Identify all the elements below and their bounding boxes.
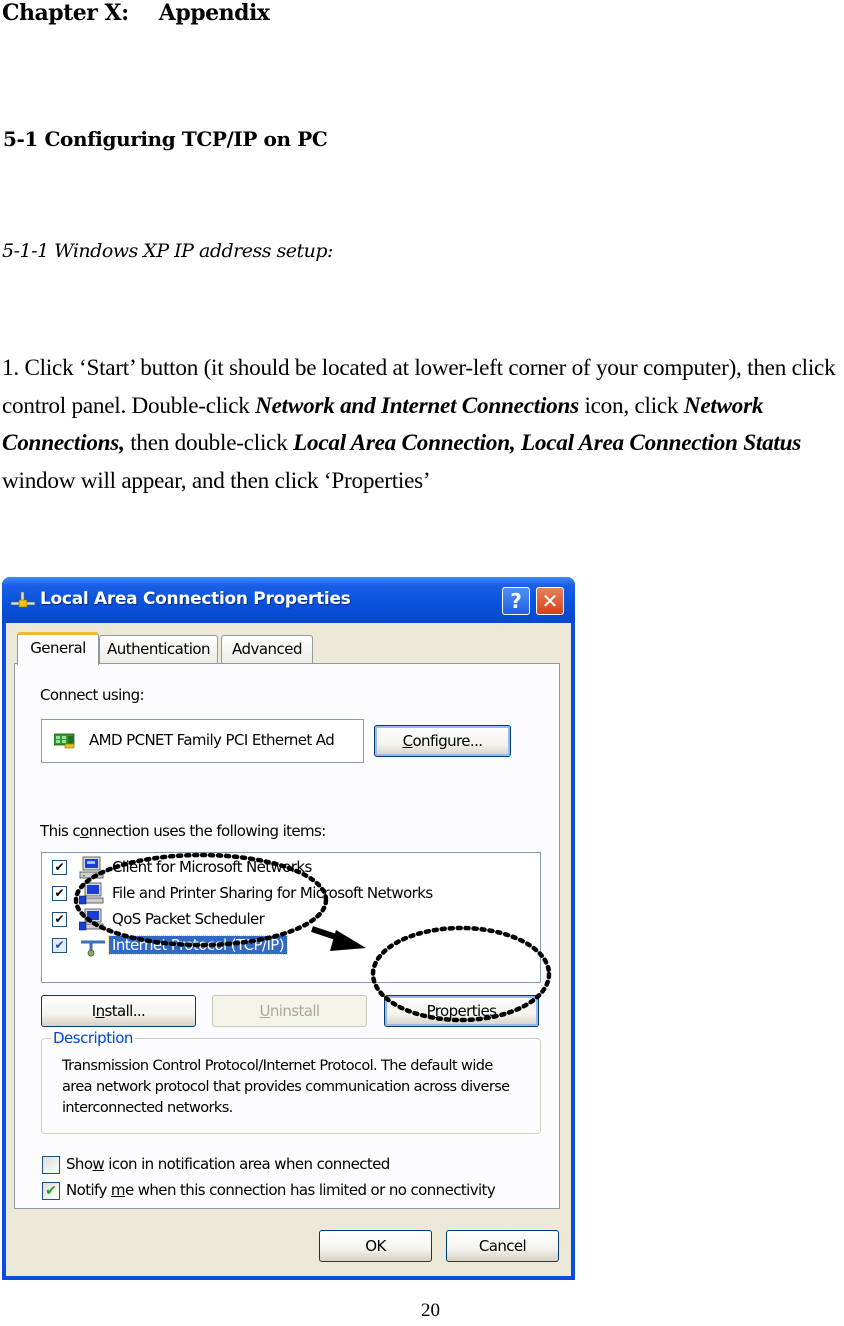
item-label: Internet Protocol (TCP/IP)	[108, 935, 288, 955]
configure-accel: C	[402, 732, 413, 750]
computer-client-icon	[79, 856, 104, 879]
page-number: 20	[421, 1300, 440, 1321]
components-list[interactable]: ✔ Client for Microsoft Networks ✔ File a…	[41, 852, 541, 983]
close-button[interactable]: ✕	[536, 587, 564, 615]
instruction-emphasis: Local Area Connection, Local Area Connec…	[293, 430, 802, 456]
configure-button[interactable]: Configure...	[374, 725, 511, 757]
cancel-button[interactable]: Cancel	[446, 1230, 559, 1262]
item-label: Client for Microsoft Networks	[112, 858, 312, 876]
show-icon-checkbox[interactable]	[42, 1156, 60, 1174]
tab-general[interactable]: General	[17, 632, 99, 665]
instruction-emphasis: Network and Internet Connections	[255, 392, 579, 419]
subsection-heading: 5-1-1 Windows XP IP address setup:	[2, 240, 333, 262]
tab-advanced[interactable]: Advanced	[221, 635, 313, 663]
tab-authentication[interactable]: Authentication	[99, 635, 218, 663]
items-label-text: nnection uses the following items:	[88, 822, 327, 840]
items-label-accel: o	[80, 822, 89, 840]
option-text: e when this connection has limited or no…	[124, 1181, 496, 1199]
local-area-connection-properties-dialog: Local Area Connection Properties ? ✕ Gen…	[2, 577, 575, 1280]
install-accel: n	[95, 1002, 106, 1020]
chapter-label: Chapter X:	[2, 0, 129, 26]
network-connection-icon	[10, 591, 36, 608]
install-label: stall...	[104, 1002, 146, 1020]
file-printer-sharing-icon	[79, 882, 104, 905]
notify-checkbox[interactable]: ✔	[42, 1182, 60, 1200]
qos-scheduler-icon	[79, 908, 104, 931]
general-tab-panel: Connect using: AMD PCNET Family PCI Ethe…	[14, 663, 560, 1209]
chapter-title: Appendix	[158, 0, 270, 26]
items-label: This connection uses the following items…	[40, 822, 326, 840]
properties-label: operties	[440, 1002, 497, 1020]
network-card-icon	[54, 733, 75, 749]
help-button[interactable]: ?	[502, 587, 530, 615]
description-text: Transmission Control Protocol/Internet P…	[62, 1058, 510, 1116]
uninstall-button[interactable]: Uninstall	[212, 995, 367, 1027]
item-label: QoS Packet Scheduler	[112, 910, 265, 928]
option-accel: w	[92, 1155, 105, 1173]
uninstall-accel: U	[259, 1002, 271, 1020]
item-checkbox[interactable]: ✔	[52, 912, 67, 927]
adapter-name: AMD PCNET Family PCI Ethernet Ad	[89, 731, 335, 749]
network-protocol-icon	[81, 940, 105, 957]
option-text: Notify	[66, 1181, 111, 1199]
uninstall-label: ninstall	[269, 1002, 320, 1020]
ok-button[interactable]: OK	[319, 1230, 432, 1262]
connect-using-label: Connect using:	[40, 686, 145, 704]
properties-button[interactable]: Properties	[384, 995, 539, 1027]
item-checkbox[interactable]: ✔	[52, 938, 67, 953]
instruction-paragraph: 1. Click ‘Start’ button (it should be lo…	[2, 350, 844, 500]
description-legend: Description	[51, 1029, 135, 1047]
section-heading: 5-1 Configuring TCP/IP on PC	[3, 127, 328, 151]
chapter-heading: Chapter X: Appendix	[2, 0, 270, 26]
instruction-text: window will appear, and then click ‘Prop…	[2, 467, 431, 494]
option-text: Sho	[66, 1155, 93, 1173]
item-checkbox[interactable]: ✔	[52, 860, 67, 875]
option-text: icon in notification area when connected	[104, 1155, 390, 1173]
install-button[interactable]: Install...	[41, 995, 196, 1027]
properties-label: P	[426, 1002, 436, 1020]
dialog-client-area: General Authentication Advanced Connect …	[6, 623, 571, 1276]
configure-label: onfigure...	[412, 732, 483, 750]
notify-label: Notify me when this connection has limit…	[66, 1181, 496, 1199]
title-bar[interactable]: Local Area Connection Properties ? ✕	[2, 577, 575, 623]
instruction-text: then double-click	[124, 430, 294, 456]
instruction-text: icon, click	[578, 392, 684, 419]
dialog-title: Local Area Connection Properties	[40, 589, 351, 609]
option-accel: m	[110, 1181, 126, 1199]
adapter-field: AMD PCNET Family PCI Ethernet Ad	[41, 719, 364, 763]
item-label: File and Printer Sharing for Microsoft N…	[112, 884, 433, 902]
items-label-text: This c	[40, 822, 81, 840]
show-icon-label: Show icon in notification area when conn…	[66, 1155, 390, 1173]
item-checkbox[interactable]: ✔	[52, 886, 67, 901]
